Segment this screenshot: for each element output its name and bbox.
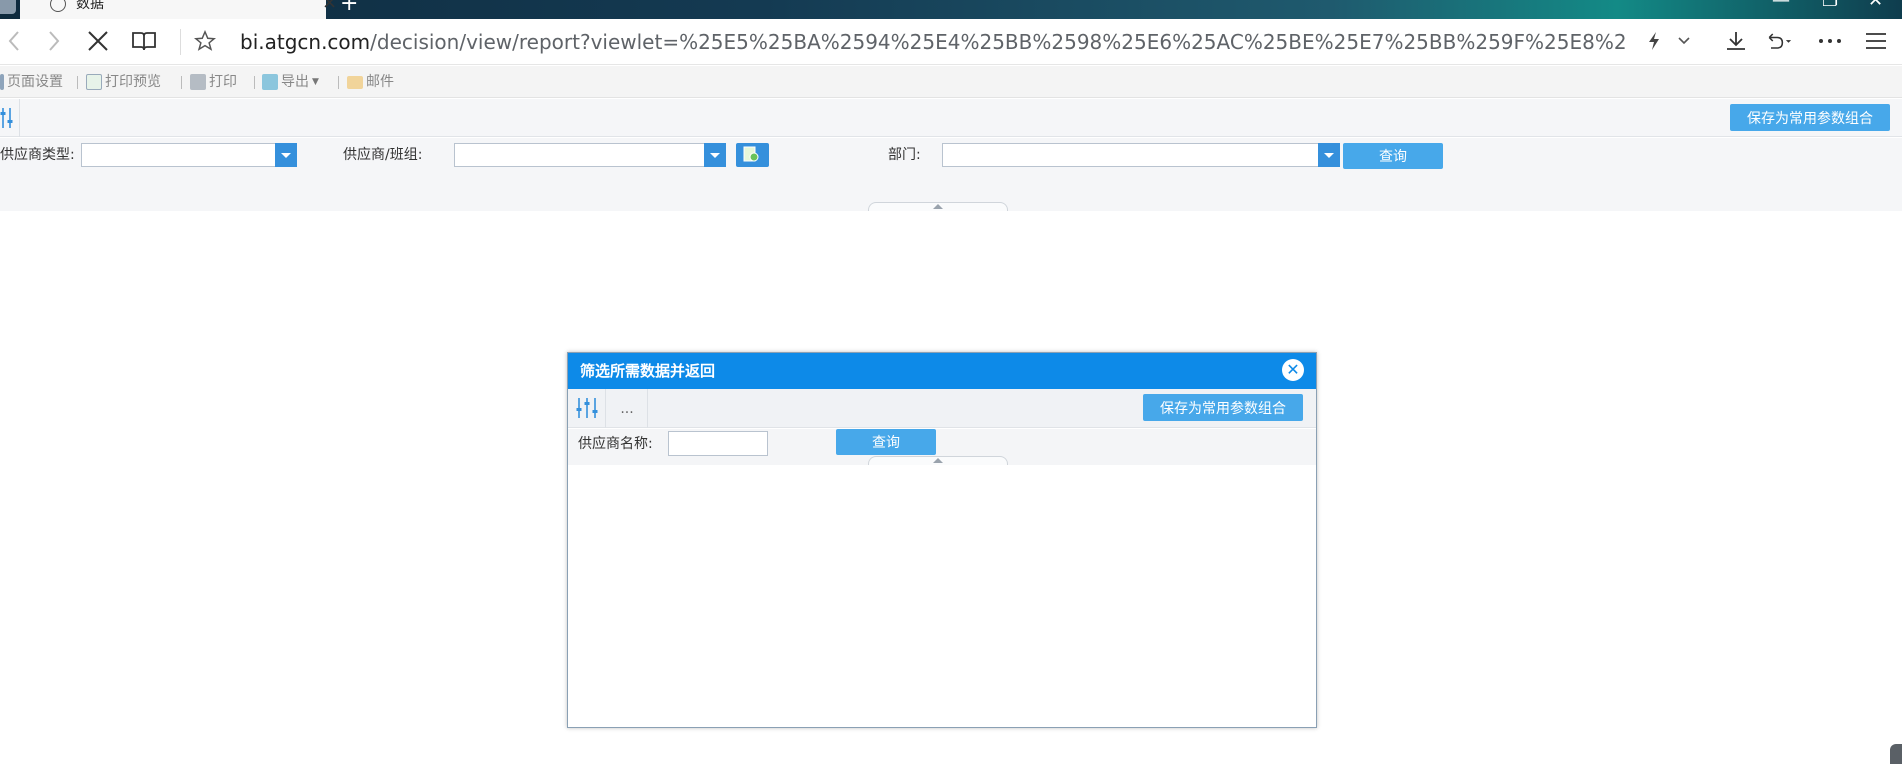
- department-combo[interactable]: [942, 143, 1340, 167]
- department-label: 部门:: [888, 147, 921, 163]
- printer-icon: [190, 74, 206, 90]
- browser-tab[interactable]: 数据 ×: [20, 0, 337, 19]
- dialog-title: 筛选所需数据并返回: [580, 362, 716, 380]
- back-arrow-icon[interactable]: [0, 27, 28, 55]
- reader-icon[interactable]: [130, 27, 158, 55]
- url-bar[interactable]: bi.atgcn.com/decision/view/report?viewle…: [240, 30, 1626, 54]
- dialog-more-button[interactable]: ...: [607, 389, 648, 428]
- tab-title: 数据: [76, 0, 104, 12]
- minimize-icon[interactable]: —: [1772, 0, 1790, 10]
- export-button[interactable]: 导出 ▼: [262, 72, 319, 92]
- restore-icon[interactable]: ❐: [1822, 0, 1838, 10]
- stop-icon[interactable]: [84, 27, 112, 55]
- browser-tab-strip: 数据 × + — ❐ ✕: [0, 0, 1902, 19]
- dialog-collapse-handle[interactable]: [868, 456, 1008, 465]
- tab-close-icon[interactable]: ×: [322, 0, 337, 12]
- department-dropdown-icon[interactable]: [1318, 143, 1340, 167]
- forward-arrow-icon[interactable]: [40, 27, 68, 55]
- page-setup-icon: [0, 74, 4, 90]
- toolbar-separator: [77, 76, 78, 89]
- supplier-dropdown-icon[interactable]: [704, 143, 726, 167]
- dialog-save-param-combo-button[interactable]: 保存为常用参数组合: [1143, 394, 1303, 421]
- mail-icon: [347, 75, 363, 89]
- window-close-icon[interactable]: ✕: [1868, 0, 1883, 10]
- supplier-label: 供应商/班组:: [343, 147, 423, 163]
- dialog-close-icon[interactable]: ✕: [1282, 359, 1304, 381]
- filter-dialog: 筛选所需数据并返回 ✕ ... 保存为常用参数组合 供应商名称: 查询: [567, 352, 1317, 728]
- parameter-pane-header: 保存为常用参数组合: [0, 99, 1902, 137]
- scrollbar-thumb[interactable]: [1890, 744, 1902, 764]
- search-document-icon: [743, 146, 759, 162]
- lightning-icon[interactable]: [1640, 27, 1668, 55]
- supplier-lookup-button[interactable]: [736, 143, 769, 167]
- page-setup-button[interactable]: 页面设置: [0, 72, 63, 92]
- sliders-icon: [0, 108, 13, 128]
- export-label: 导出: [281, 74, 309, 90]
- menu-icon[interactable]: [1862, 27, 1890, 55]
- more-icon[interactable]: [1816, 27, 1844, 55]
- export-icon: [262, 74, 278, 90]
- parameter-row: 供应商类型: 供应商/班组: 部门: 查询: [0, 138, 1902, 211]
- dialog-param-header: ... 保存为常用参数组合: [568, 389, 1316, 428]
- mail-label: 邮件: [366, 74, 394, 90]
- print-preview-icon: [86, 74, 102, 90]
- parameter-toggle[interactable]: [0, 99, 20, 137]
- dialog-query-button[interactable]: 查询: [836, 429, 936, 455]
- undo-icon[interactable]: [1764, 27, 1792, 55]
- sliders-icon: [576, 398, 598, 418]
- query-button[interactable]: 查询: [1343, 143, 1443, 169]
- globe-icon: [50, 0, 66, 12]
- collapse-pane-handle[interactable]: [868, 202, 1008, 211]
- mail-button[interactable]: 邮件: [347, 72, 394, 92]
- browser-nav-bar: bi.atgcn.com/decision/view/report?viewle…: [0, 19, 1902, 65]
- supplier-combo[interactable]: [454, 143, 726, 167]
- supplier-type-combo[interactable]: [81, 143, 297, 167]
- print-button[interactable]: 打印: [190, 72, 237, 92]
- report-toolbar: 页面设置 打印预览 打印 导出 ▼ 邮件: [0, 66, 1902, 98]
- new-tab-icon[interactable]: +: [340, 0, 358, 15]
- dialog-title-bar: 筛选所需数据并返回 ✕: [568, 353, 1316, 389]
- supplier-type-label: 供应商类型:: [0, 147, 75, 163]
- supplier-name-input[interactable]: [668, 431, 768, 456]
- toolbar-separator: [338, 76, 339, 89]
- print-label: 打印: [209, 74, 237, 90]
- dialog-parameter-toggle[interactable]: [568, 389, 606, 428]
- save-param-combo-button[interactable]: 保存为常用参数组合: [1730, 104, 1890, 131]
- download-icon[interactable]: [1722, 27, 1750, 55]
- supplier-type-dropdown-icon[interactable]: [275, 143, 297, 167]
- supplier-name-label: 供应商名称:: [578, 436, 653, 452]
- url-path: /decision/view/report?viewlet=%25E5%25BA…: [370, 30, 1626, 54]
- print-preview-label: 打印预览: [105, 74, 161, 90]
- url-host: bi.atgcn.com: [240, 30, 371, 54]
- toolbar-separator: [181, 76, 182, 89]
- browser-app-icon: [0, 0, 16, 14]
- star-icon[interactable]: [191, 27, 219, 55]
- toolbar-separator: [254, 76, 255, 89]
- export-dropdown-icon: ▼: [312, 77, 319, 87]
- nav-divider: [180, 29, 181, 55]
- page-setup-label: 页面设置: [7, 74, 63, 90]
- dialog-parameter-row: 供应商名称: 查询: [568, 429, 1316, 465]
- print-preview-button[interactable]: 打印预览: [86, 72, 161, 92]
- chevron-down-icon[interactable]: [1670, 27, 1698, 55]
